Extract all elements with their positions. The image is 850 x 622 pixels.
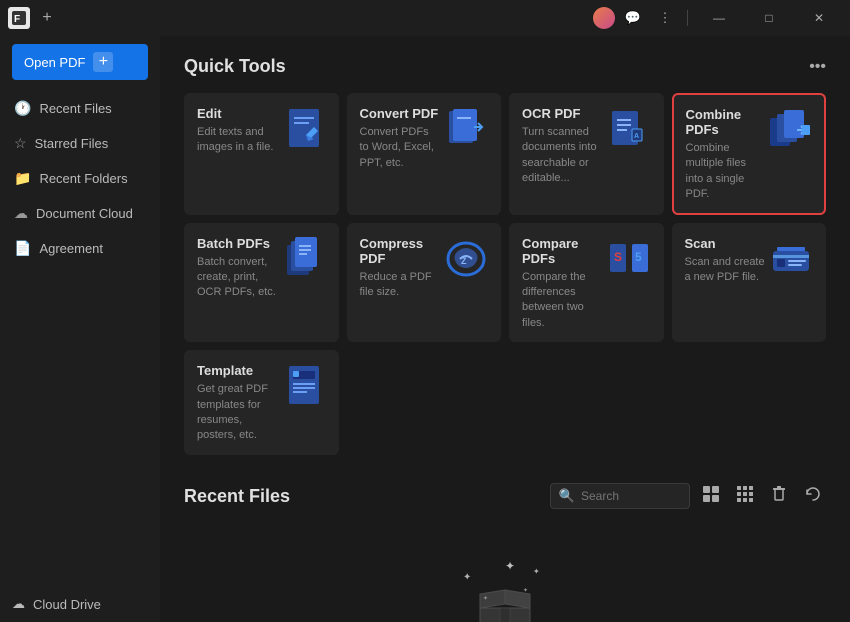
- svg-text:F: F: [14, 14, 20, 25]
- sidebar-item-document-cloud[interactable]: ☁ Document Cloud: [4, 197, 156, 230]
- search-box[interactable]: 🔍: [550, 483, 690, 509]
- sidebar-footer-cloud-drive[interactable]: ☁ Cloud Drive: [0, 586, 160, 622]
- recent-files-controls: 🔍: [550, 483, 826, 510]
- open-pdf-button[interactable]: Open PDF +: [12, 44, 148, 80]
- svg-text:✦: ✦: [463, 572, 471, 583]
- view-grid-large-button[interactable]: [698, 483, 724, 510]
- svg-text:✦: ✦: [483, 595, 488, 602]
- tool-text: Edit Edit texts and images in a file.: [197, 106, 278, 156]
- svg-text:S: S: [614, 250, 622, 264]
- edit-icon: [282, 106, 326, 150]
- quick-tools-title: Quick Tools: [184, 56, 286, 77]
- refresh-button[interactable]: [800, 483, 826, 510]
- tool-text: Compress PDF Reduce a PDF file size.: [360, 236, 441, 301]
- app-logo: F: [8, 7, 30, 29]
- sidebar-nav: 🕐 Recent Files ☆ Starred Files 📁 Recent …: [0, 92, 160, 586]
- tool-text: Template Get great PDF templates for res…: [197, 363, 278, 444]
- tool-card-scan[interactable]: Scan Scan and create a new PDF file.: [672, 223, 827, 343]
- starred-files-icon: ☆: [14, 135, 27, 152]
- sidebar-item-label: Recent Folders: [39, 171, 127, 186]
- empty-box-illustration: ✦ ✦ ✦ ✦ ✦: [455, 560, 555, 622]
- close-button[interactable]: ✕: [796, 0, 842, 36]
- sidebar-item-agreement[interactable]: 📄 Agreement: [4, 232, 156, 265]
- sidebar-item-label: Recent Files: [39, 101, 111, 116]
- tool-text: Convert PDF Convert PDFs to Word, Excel,…: [360, 106, 441, 171]
- recent-files-icon: 🕐: [14, 100, 31, 117]
- delete-button[interactable]: [766, 483, 792, 510]
- tool-card-edit[interactable]: Edit Edit texts and images in a file.: [184, 93, 339, 215]
- tool-card-convert-pdf[interactable]: Convert PDF Convert PDFs to Word, Excel,…: [347, 93, 502, 215]
- svg-text:A: A: [634, 133, 639, 140]
- sidebar-item-starred-files[interactable]: ☆ Starred Files: [4, 127, 156, 160]
- scan-icon: [769, 236, 813, 280]
- batch-pdfs-icon: [282, 236, 326, 280]
- tool-card-combine-pdfs[interactable]: Combine PDFs Combine multiple files into…: [672, 93, 827, 215]
- sidebar-item-recent-folders[interactable]: 📁 Recent Folders: [4, 162, 156, 195]
- window-controls: 💬 ⋮ — □ ✕: [593, 0, 842, 36]
- minimize-button[interactable]: —: [696, 0, 742, 36]
- svg-text:✦: ✦: [533, 567, 540, 576]
- tool-card-compare-pdfs[interactable]: Compare PDFs Compare the differences bet…: [509, 223, 664, 343]
- chat-icon[interactable]: 💬: [619, 7, 647, 29]
- tool-card-batch-pdfs[interactable]: Batch PDFs Batch convert, create, print,…: [184, 223, 339, 343]
- empty-state: ✦ ✦ ✦ ✦ ✦ There aren't any recent files.…: [184, 530, 826, 622]
- recent-files-header: Recent Files 🔍: [184, 483, 826, 510]
- search-input[interactable]: [581, 489, 681, 503]
- compress-pdf-icon: Z: [444, 236, 488, 280]
- tool-text: Scan Scan and create a new PDF file.: [685, 236, 766, 286]
- tool-text: Combine PDFs Combine multiple files into…: [686, 107, 765, 203]
- svg-text:✦: ✦: [523, 587, 528, 594]
- main-content: Quick Tools ••• Edit Edit texts and imag…: [160, 36, 850, 622]
- agreement-icon: 📄: [14, 240, 31, 257]
- template-icon: [282, 363, 326, 407]
- compare-pdfs-icon: S 5: [607, 236, 651, 280]
- maximize-button[interactable]: □: [746, 0, 792, 36]
- tool-card-template[interactable]: Template Get great PDF templates for res…: [184, 350, 339, 455]
- add-tab-button[interactable]: +: [36, 7, 58, 29]
- tool-text: OCR PDF Turn scanned documents into sear…: [522, 106, 603, 187]
- sidebar-item-label: Starred Files: [35, 136, 109, 151]
- add-icon: +: [93, 52, 113, 72]
- svg-text:Z: Z: [461, 256, 467, 266]
- search-icon: 🔍: [559, 488, 575, 504]
- open-pdf-label: Open PDF: [24, 55, 85, 70]
- main-layout: Open PDF + 🕐 Recent Files ☆ Starred File…: [0, 36, 850, 622]
- tools-grid: Edit Edit texts and images in a file.: [184, 93, 826, 455]
- combine-pdfs-icon: [768, 107, 812, 151]
- document-cloud-icon: ☁: [14, 205, 28, 222]
- tool-card-compress-pdf[interactable]: Compress PDF Reduce a PDF file size. Z: [347, 223, 502, 343]
- titlebar: F + 💬 ⋮ — □ ✕: [0, 0, 850, 36]
- more-options-icon[interactable]: ⋮: [651, 7, 679, 29]
- sidebar-item-recent-files[interactable]: 🕐 Recent Files: [4, 92, 156, 125]
- sidebar-item-label: Document Cloud: [36, 206, 133, 221]
- tool-card-ocr-pdf[interactable]: OCR PDF Turn scanned documents into sear…: [509, 93, 664, 215]
- recent-folders-icon: 📁: [14, 170, 31, 187]
- quick-tools-more-button[interactable]: •••: [809, 58, 826, 76]
- sidebar: Open PDF + 🕐 Recent Files ☆ Starred File…: [0, 36, 160, 622]
- cloud-drive-label: Cloud Drive: [33, 597, 101, 612]
- svg-text:5: 5: [635, 250, 642, 264]
- view-grid-small-button[interactable]: [732, 483, 758, 510]
- svg-text:✦: ✦: [505, 560, 515, 573]
- tool-text: Compare PDFs Compare the differences bet…: [522, 236, 603, 332]
- quick-tools-header: Quick Tools •••: [184, 56, 826, 77]
- tool-text: Batch PDFs Batch convert, create, print,…: [197, 236, 278, 301]
- cloud-drive-icon: ☁: [12, 596, 25, 612]
- sidebar-item-label: Agreement: [39, 241, 103, 256]
- ocr-pdf-icon: A: [607, 106, 651, 150]
- convert-pdf-icon: [444, 106, 488, 150]
- user-avatar[interactable]: [593, 7, 615, 29]
- recent-files-title: Recent Files: [184, 486, 290, 507]
